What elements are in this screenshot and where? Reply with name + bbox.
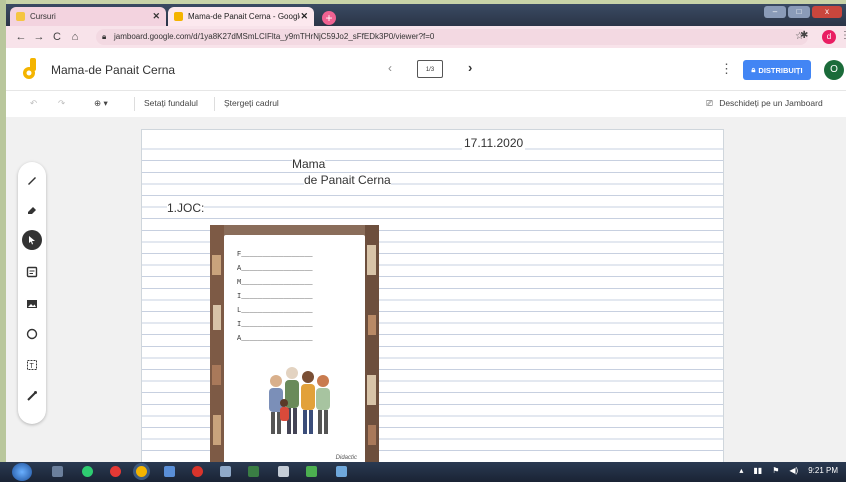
open-jamboard-label: Deschideți pe un Jamboard <box>719 98 823 108</box>
windows-taskbar: ▴ ▮▮ ⚑ ◀︎) 9:21 PM <box>0 462 846 482</box>
maximize-button[interactable]: □ <box>788 6 810 18</box>
next-frame-icon[interactable]: › <box>468 60 472 75</box>
forward-icon[interactable]: → <box>30 31 48 43</box>
jamboard-toolbar: ↶ ↷ ⊕ ▾ Setați fundalul Ștergeți cadrul … <box>6 91 846 118</box>
tab-title: Cursuri <box>30 12 56 21</box>
tab-cursuri[interactable]: Cursuri ✕ <box>10 7 166 26</box>
close-tab-icon[interactable]: ✕ <box>152 11 160 22</box>
share-button[interactable]: 🔒︎ DISTRIBUIȚI <box>743 60 811 80</box>
set-background-button[interactable]: Setați fundalul <box>144 98 198 108</box>
url-text: jamboard.google.com/d/1ya8K27dMSmLCIFlta… <box>114 32 435 41</box>
reload-icon[interactable]: C <box>48 31 66 43</box>
acrostic-letter: M_________________ <box>237 279 313 287</box>
app-icon[interactable] <box>248 466 259 477</box>
share-label: DISTRIBUIȚI <box>758 65 803 75</box>
image-icon[interactable] <box>22 294 42 314</box>
app-icon[interactable] <box>306 466 317 477</box>
home-icon[interactable]: ⌂ <box>66 31 84 43</box>
pinterest-icon[interactable] <box>192 466 203 477</box>
frame-indicator[interactable]: 1/3 <box>417 60 443 78</box>
pen-icon[interactable] <box>22 170 42 190</box>
tab-favicon-icon <box>174 12 183 21</box>
canvas-area: T 17.11.2020 Mama de Panait Cerna 1.JOC: <box>6 117 846 465</box>
select-icon[interactable] <box>22 230 42 250</box>
show-desktop-icon[interactable] <box>52 466 63 477</box>
system-tray: ▴ ▮▮ ⚑ ◀︎) 9:21 PM <box>739 466 838 475</box>
worksheet-paper: F_________________ A_________________ M_… <box>224 235 365 465</box>
volume-icon[interactable]: ◀︎) <box>789 466 798 475</box>
svg-text:T: T <box>30 363 35 370</box>
lock-icon: 🔒︎ <box>751 65 756 74</box>
start-button[interactable] <box>12 463 32 481</box>
divider <box>214 97 215 111</box>
tab-favicon-icon <box>16 12 25 21</box>
title-line-2: de Panait Cerna <box>304 173 391 187</box>
media-icon[interactable] <box>220 466 231 477</box>
acrostic-letter: A_________________ <box>237 335 313 343</box>
acrostic-worksheet-image[interactable]: F_________________ A_________________ M_… <box>210 225 379 465</box>
account-avatar[interactable]: O <box>824 60 844 80</box>
flag-icon[interactable]: ⚑ <box>772 466 779 475</box>
folder-icon[interactable] <box>336 466 347 477</box>
title-line-1: Mama <box>292 157 326 171</box>
redo-icon[interactable]: ↷ <box>58 98 65 109</box>
minimize-button[interactable]: – <box>764 6 786 18</box>
tab-title: Mama-de Panait Cerna - Google J <box>188 12 300 21</box>
window-icon[interactable] <box>164 466 175 477</box>
clock-text[interactable]: 9:21 PM <box>808 466 838 475</box>
spotify-icon[interactable] <box>82 466 93 477</box>
back-icon[interactable]: ← <box>12 31 30 43</box>
circle-icon[interactable] <box>22 324 42 344</box>
date-text: 17.11.2020 <box>462 136 526 150</box>
sticky-note-icon[interactable] <box>22 262 42 282</box>
signature-text: Didactic <box>335 455 357 461</box>
window-controls: – □ x <box>764 6 842 18</box>
network-icon[interactable]: ▮▮ <box>753 466 762 475</box>
undo-icon[interactable]: ↶ <box>30 98 37 109</box>
side-toolbar: T <box>18 162 46 424</box>
acrostic-letter: I_________________ <box>237 321 313 329</box>
activity-label: 1.JOC: <box>167 201 205 215</box>
close-window-button[interactable]: x <box>812 6 842 18</box>
address-bar-row: ← → C ⌂ 🔒︎ jamboard.google.com/d/1ya8K27… <box>6 26 846 48</box>
url-input[interactable]: 🔒︎ jamboard.google.com/d/1ya8K27dMSmLCIF… <box>96 29 808 45</box>
previous-frame-icon[interactable]: ‹ <box>388 61 392 75</box>
acrostic-letter: A_________________ <box>237 265 313 273</box>
zoom-icon[interactable]: ⊕ ▾ <box>94 98 108 109</box>
open-jamboard-button[interactable]: ⎚ Deschideți pe un Jamboard <box>706 98 823 109</box>
jamboard-logo-icon[interactable] <box>22 58 38 80</box>
profile-avatar[interactable]: d <box>822 30 836 44</box>
laser-icon[interactable] <box>22 386 42 406</box>
new-tab-button[interactable]: + <box>322 11 336 25</box>
calculator-icon[interactable] <box>278 466 289 477</box>
jam-frame[interactable]: 17.11.2020 Mama de Panait Cerna 1.JOC: F… <box>141 129 724 465</box>
clear-frame-button[interactable]: Ștergeți cadrul <box>224 98 279 108</box>
acrostic-letter: F_________________ <box>237 251 313 259</box>
tab-strip: Cursuri ✕ Mama-de Panait Cerna - Google … <box>6 4 846 26</box>
browser-menu-icon[interactable]: ⋮ <box>840 30 846 41</box>
tray-expand-icon[interactable]: ▴ <box>739 466 743 475</box>
jamboard-header: Mama-de Panait Cerna ‹ 1/3 › ⋮ 🔒︎ DISTRI… <box>6 48 846 91</box>
text-box-icon[interactable]: T <box>22 355 42 375</box>
extensions-icon[interactable]: ✱ <box>800 30 808 41</box>
document-title[interactable]: Mama-de Panait Cerna <box>51 63 175 77</box>
acrostic-letter: L_________________ <box>237 307 313 315</box>
close-tab-icon[interactable]: ✕ <box>300 11 308 22</box>
family-illustration-icon <box>269 367 330 434</box>
eraser-icon[interactable] <box>22 200 42 220</box>
more-options-icon[interactable]: ⋮ <box>720 61 733 77</box>
cast-icon: ⎚ <box>706 98 713 108</box>
chrome-icon[interactable] <box>136 466 147 477</box>
acrostic-letter: I_________________ <box>237 293 313 301</box>
lock-icon: 🔒︎ <box>102 32 107 41</box>
divider <box>134 97 135 111</box>
opera-icon[interactable] <box>110 466 121 477</box>
tab-jamboard[interactable]: Mama-de Panait Cerna - Google J ✕ <box>168 7 314 26</box>
